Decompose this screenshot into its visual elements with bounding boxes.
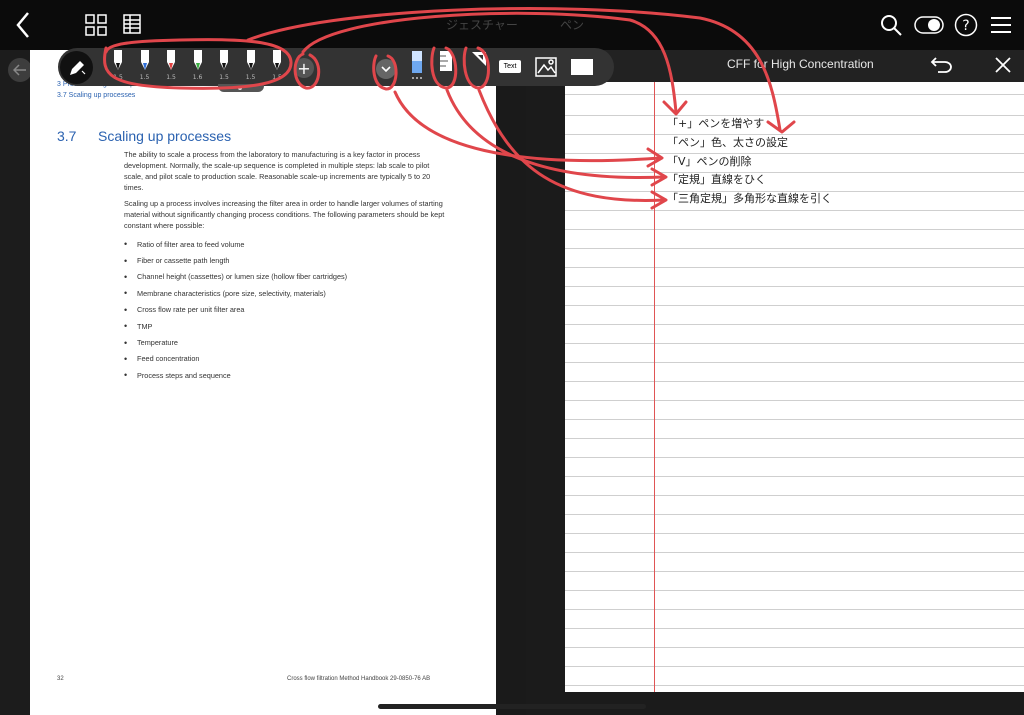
pen-size-label: 1.5: [113, 74, 123, 81]
triangle-ruler-icon[interactable]: [470, 50, 488, 68]
help-icon[interactable]: ?: [953, 12, 979, 38]
pen-icon: [220, 50, 228, 70]
toggle-icon[interactable]: [914, 15, 944, 35]
pen-size-label: 1.5: [245, 74, 256, 81]
pen-tool-1[interactable]: 1.5: [110, 50, 126, 84]
list-item: • Feed concentration: [124, 353, 200, 364]
search-icon[interactable]: [878, 12, 904, 38]
note-line: 「定規」直線をひく: [667, 173, 766, 186]
close-icon[interactable]: [993, 55, 1015, 77]
note-line: 「V」ペンの削除: [667, 155, 752, 168]
document-list-icon[interactable]: [121, 13, 143, 37]
pen-size-label: 1.5: [272, 74, 282, 81]
home-indicator[interactable]: [378, 704, 646, 709]
paragraph-1: The ability to scale a process from the …: [124, 150, 431, 192]
list-item: • Cross flow rate per unit filter area: [124, 304, 245, 315]
eraser-icon[interactable]: [410, 51, 424, 81]
pen-icon: [167, 50, 175, 70]
list-item: • Channel height (cassettes) or lumen siz…: [124, 271, 348, 282]
pen-settings-icon[interactable]: [60, 51, 93, 84]
pen-icon: [246, 50, 255, 70]
pen-size-label: 1.5: [219, 74, 229, 81]
list-item: • Temperature: [124, 337, 178, 348]
list-item: • Fiber or cassette path length: [124, 255, 230, 266]
note-line: 「三角定規」多角形な直線を引く: [667, 192, 832, 205]
pen-size-label: 1.6: [192, 74, 203, 81]
pen-tool-5[interactable]: 1.5: [216, 50, 232, 84]
menu-icon[interactable]: [990, 14, 1012, 36]
shape-icon[interactable]: [570, 57, 594, 77]
section-number: 3.7: [57, 128, 77, 144]
grid-icon[interactable]: [85, 14, 107, 36]
undo-icon[interactable]: [930, 54, 954, 76]
page-footer: Cross flow filtration Method Handbook 29…: [287, 676, 431, 682]
pen-icon: [114, 50, 122, 70]
page-gutter: [496, 50, 526, 715]
toolbar-drag-handle[interactable]: [218, 84, 264, 92]
pen-size-label: 1.5: [139, 74, 150, 81]
note-line: 「ペン」色、太さの設定: [667, 136, 788, 149]
chevron-down-icon[interactable]: [376, 59, 396, 79]
list-item: • Ratio of filter area to feed volume: [124, 239, 245, 250]
notebook-paper[interactable]: [565, 82, 1024, 692]
parameter-list: • Ratio of filter area to feed volume • Fi…: [124, 236, 347, 384]
list-item: • TMP: [124, 321, 153, 332]
list-item: • Process steps and sequence: [124, 370, 231, 381]
pen-mode-label[interactable]: ペン: [560, 16, 584, 33]
paragraph-2: Scaling up a process involves increasing…: [124, 199, 445, 230]
notebook-margin-line: [654, 82, 655, 692]
breadcrumb-section[interactable]: 3.7 Scaling up processes: [57, 92, 135, 99]
back-icon[interactable]: [8, 8, 38, 42]
text-tool-button[interactable]: Text: [499, 60, 521, 73]
add-pen-button[interactable]: +: [294, 58, 314, 78]
pen-size-label: 1.5: [166, 74, 176, 81]
page-number: 32: [57, 676, 64, 682]
page-back-icon[interactable]: [8, 58, 32, 82]
pen-icon: [273, 50, 281, 70]
pen-icon: [193, 50, 202, 70]
ruler-icon[interactable]: [439, 50, 453, 72]
gesture-mode-label[interactable]: ジェスチャー: [446, 16, 518, 33]
image-icon[interactable]: [535, 57, 557, 77]
note-line: 「+」ペンを増やす: [667, 117, 765, 130]
svg-text:?: ?: [962, 18, 969, 34]
top-bar: ジェスチャー ペン ?: [0, 0, 1024, 50]
pen-tool-4[interactable]: 1.6: [190, 50, 206, 84]
pen-tool-7[interactable]: 1.5: [269, 50, 285, 84]
notebook-title: CFF for High Concentration: [727, 57, 874, 71]
left-margin: [0, 50, 30, 715]
pen-tool-3[interactable]: 1.5: [163, 50, 179, 84]
pen-tool-2[interactable]: 1.5: [137, 50, 153, 84]
pen-icon: [140, 50, 149, 70]
pen-tool-6[interactable]: 1.5: [243, 50, 259, 84]
section-title: Scaling up processes: [98, 128, 232, 144]
list-item: • Membrane characteristics (pore size, se…: [124, 288, 326, 299]
